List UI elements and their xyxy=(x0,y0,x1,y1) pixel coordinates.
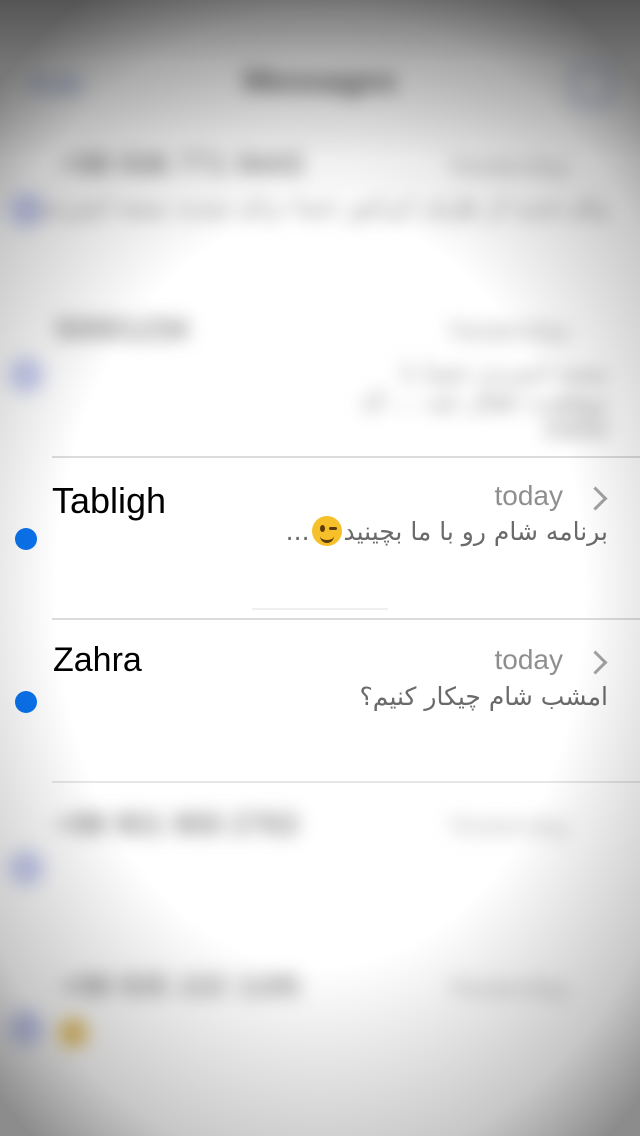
unread-indicator xyxy=(8,357,44,393)
message-preview: برنامه شام رو با ما بچینید... xyxy=(286,516,608,546)
divider xyxy=(252,608,388,610)
navigation-bar: Edit Messages xyxy=(0,40,640,130)
message-time: Yesterday xyxy=(446,972,571,1003)
unread-indicator xyxy=(8,850,44,886)
preview-ellipsis: ... xyxy=(285,517,310,546)
conversation-row[interactable]: +98 901 900 2763 Yesterday xyxy=(0,790,640,950)
conversation-row[interactable]: +98 935 102 1185 Yesterday xyxy=(0,960,640,1100)
emoji-icon xyxy=(58,1018,88,1048)
message-time: today xyxy=(494,480,564,511)
message-time: Yesterday xyxy=(446,315,571,346)
message-time: Yesterday xyxy=(446,810,571,841)
preview-text: برنامه شام رو با ما بچینید xyxy=(343,517,608,546)
message-preview: بسته اینترنت شما با موفقیت فعال شد ... ک… xyxy=(360,357,608,444)
contact-name: Tabligh xyxy=(52,480,167,521)
chevron-right-icon xyxy=(583,486,608,511)
unread-indicator xyxy=(15,528,37,550)
message-preview: امشب شام چیکار کنیم؟ xyxy=(359,682,608,711)
message-time: Yesterday xyxy=(446,150,571,181)
conversation-row-tabligh[interactable]: Tabligh today برنامه شام رو با ما بچینید… xyxy=(0,458,640,618)
contact-name: +98 901 900 2763 xyxy=(55,808,298,841)
conversation-row[interactable]: 50001234 Yesterday بسته اینترنت شما با م… xyxy=(0,305,640,455)
conversation-row[interactable]: +98 936 771 9443 Yesterday پیام جدید از … xyxy=(0,140,640,300)
divider xyxy=(52,781,640,783)
winking-face-icon xyxy=(311,516,342,546)
message-time: today xyxy=(494,644,564,675)
conversation-row-zahra[interactable]: Zahra today امشب شام چیکار کنیم؟ xyxy=(0,620,640,780)
compose-icon[interactable] xyxy=(572,64,612,104)
message-preview: پیام جدید از طرف اپراتور شما برای تمدید … xyxy=(35,192,608,221)
contact-name: +98 936 771 9443 xyxy=(60,148,303,181)
contact-name: Zahra xyxy=(53,641,142,679)
contact-name: 50001234 xyxy=(55,313,189,346)
contact-name: +98 935 102 1185 xyxy=(60,970,301,1003)
page-title: Messages xyxy=(243,62,397,98)
chevron-right-icon xyxy=(583,650,608,675)
unread-indicator xyxy=(15,691,37,713)
unread-indicator xyxy=(8,1010,44,1046)
